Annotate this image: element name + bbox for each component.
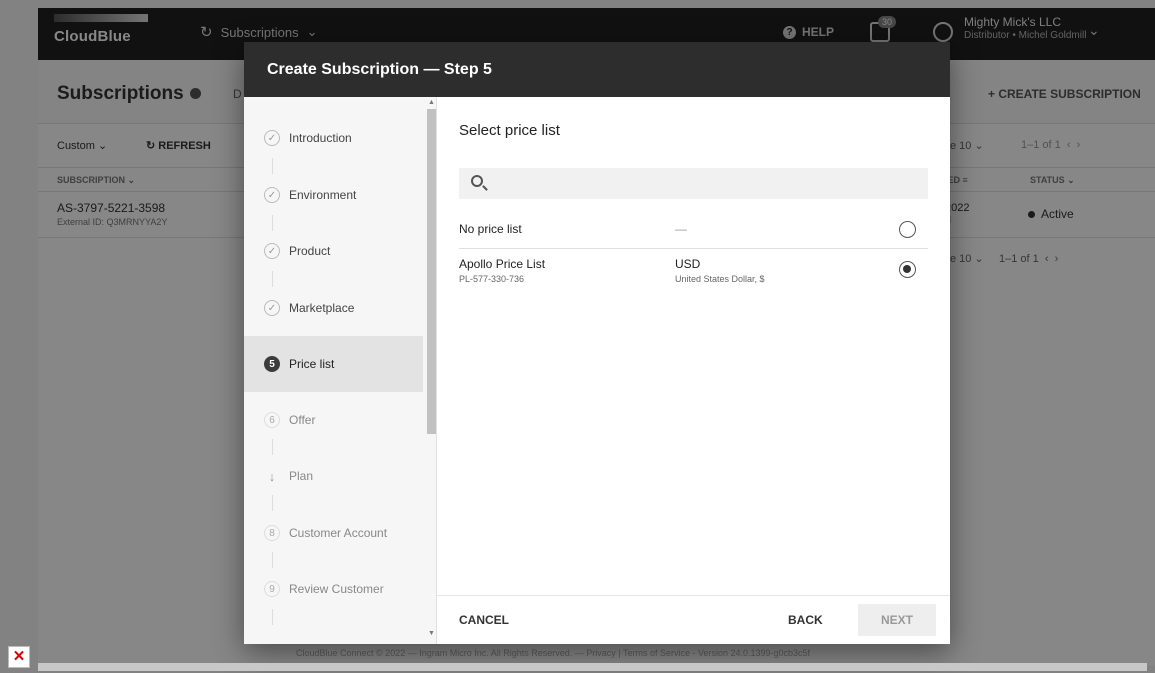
search-icon — [471, 175, 483, 187]
dialog-footer: CANCEL BACK NEXT — [437, 595, 950, 644]
check-icon: ✓ — [264, 187, 280, 203]
step-marketplace[interactable]: ✓ Marketplace — [244, 280, 423, 336]
step-price-list[interactable]: 5 Price list — [244, 336, 423, 392]
step-customer-account[interactable]: 8 Customer Account — [244, 505, 423, 561]
back-button[interactable]: BACK — [788, 613, 823, 627]
arrow-down-icon: ↓ — [268, 468, 276, 484]
step-label: Offer — [289, 413, 316, 427]
content-title: Select price list — [459, 122, 560, 139]
wizard-steps: ✓ Introduction ✓ Environment ✓ Product ✓… — [244, 97, 437, 644]
price-list-currency: — — [675, 222, 687, 236]
step-introduction[interactable]: ✓ Introduction — [244, 110, 423, 166]
dialog-title: Create Subscription — Step 5 — [267, 61, 492, 78]
step-label: Plan — [289, 469, 314, 483]
price-list-currency-name: United States Dollar, $ — [675, 274, 765, 284]
price-list-id: PL-577-330-736 — [459, 274, 525, 284]
price-list-row-apollo[interactable]: Apollo Price List PL-577-330-736 USD Uni… — [459, 250, 928, 300]
price-list-row-none[interactable]: No price list — — [459, 209, 928, 249]
dialog-header: Create Subscription — Step 5 — [244, 42, 950, 97]
cancel-button[interactable]: CANCEL — [459, 613, 509, 627]
step-label: Marketplace — [289, 301, 355, 315]
step-content: Select price list No price list — Apollo… — [437, 97, 950, 644]
step-label: Introduction — [289, 131, 352, 145]
price-list-name: No price list — [459, 222, 522, 236]
step-label: Environment — [289, 188, 357, 202]
steps-scrollbar-thumb[interactable] — [427, 109, 436, 434]
step-offer[interactable]: 6 Offer — [244, 392, 423, 448]
step-review-customer[interactable]: 9 Review Customer — [244, 561, 423, 617]
price-list-name: Apollo Price List — [459, 257, 546, 271]
step-number-icon: 9 — [264, 581, 280, 597]
step-label: Price list — [289, 357, 335, 371]
check-icon: ✓ — [264, 300, 280, 316]
step-label: Customer Account — [289, 526, 388, 540]
next-button[interactable]: NEXT — [858, 604, 936, 636]
horizontal-scrollbar[interactable] — [38, 663, 1147, 671]
step-label: Review Customer — [289, 582, 384, 596]
search-input[interactable] — [459, 168, 928, 199]
check-icon: ✓ — [264, 243, 280, 259]
radio-button-selected[interactable] — [899, 261, 916, 278]
step-environment[interactable]: ✓ Environment — [244, 167, 423, 223]
check-icon: ✓ — [264, 130, 280, 146]
step-number-icon: 5 — [264, 356, 280, 372]
step-connector — [272, 609, 273, 625]
step-label: Product — [289, 244, 331, 258]
step-plan[interactable]: ↓ Plan — [244, 448, 423, 504]
create-subscription-dialog: Create Subscription — Step 5 ✓ Introduct… — [244, 42, 950, 644]
scroll-up-icon[interactable]: ▲ — [428, 99, 435, 106]
price-list-currency: USD — [675, 257, 701, 271]
broken-image-icon: ✕ — [8, 646, 30, 668]
scroll-down-icon[interactable]: ▼ — [428, 630, 435, 637]
step-number-icon: 8 — [264, 525, 280, 541]
radio-button[interactable] — [899, 221, 916, 238]
step-number-icon: 6 — [264, 412, 280, 428]
step-product[interactable]: ✓ Product — [244, 223, 423, 279]
